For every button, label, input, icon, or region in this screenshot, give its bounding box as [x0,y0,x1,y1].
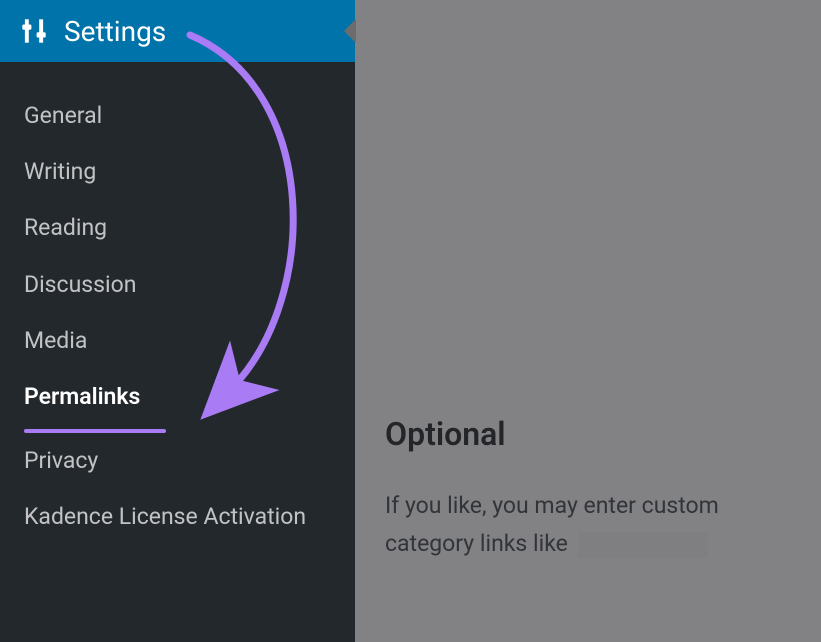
sidebar-item-label: Media [24,327,87,354]
active-menu-pointer-icon [344,19,356,43]
sidebar-item-permalinks[interactable]: Permalinks [0,369,355,425]
sliders-icon [20,17,48,45]
content-dim-overlay [355,0,821,642]
sidebar-item-label: Discussion [24,271,136,298]
sidebar-item-kadence-license[interactable]: Kadence License Activation [0,489,355,545]
sidebar-item-label: Reading [24,214,107,241]
sidebar-item-privacy[interactable]: Privacy [0,433,355,489]
sidebar-item-label: Privacy [24,447,98,474]
admin-sidebar: Settings General Writing Reading Discuss… [0,0,355,642]
sidebar-item-discussion[interactable]: Discussion [0,257,355,313]
sidebar-item-label: General [24,102,102,129]
sidebar-item-media[interactable]: Media [0,313,355,369]
settings-menu-title: Settings [64,15,166,48]
sidebar-item-general[interactable]: General [0,88,355,144]
settings-menu-header[interactable]: Settings [0,0,355,62]
content-area: Optional If you like, you may enter cust… [355,0,821,642]
sidebar-item-reading[interactable]: Reading [0,200,355,256]
sidebar-item-label: Permalinks [24,383,140,410]
sidebar-item-label: Kadence License Activation [24,503,306,530]
sidebar-items-list: General Writing Reading Discussion Media… [0,62,355,546]
sidebar-item-writing[interactable]: Writing [0,144,355,200]
sidebar-item-label: Writing [24,158,96,185]
